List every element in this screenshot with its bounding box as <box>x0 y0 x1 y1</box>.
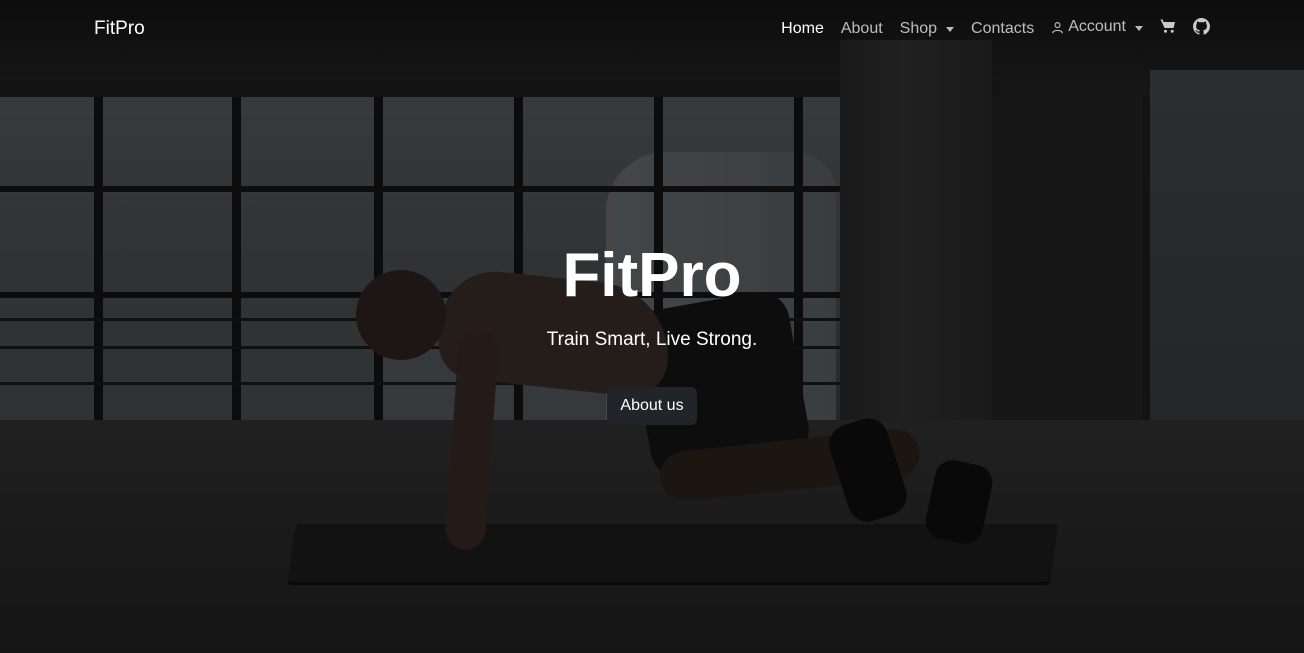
user-icon <box>1052 21 1064 34</box>
top-navbar: FitPro Home About Shop Contacts Account <box>0 0 1304 57</box>
nav-account-label: Account <box>1068 18 1126 36</box>
nav-item-github <box>1193 17 1210 40</box>
nav-link-contacts[interactable]: Contacts <box>971 20 1034 38</box>
cart-link[interactable] <box>1160 18 1176 34</box>
nav-item-about: About <box>841 20 883 38</box>
nav-menu: Home About Shop Contacts Account <box>781 17 1210 40</box>
about-us-button[interactable]: About us <box>607 387 697 425</box>
chevron-down-icon <box>946 27 955 32</box>
nav-link-home[interactable]: Home <box>781 20 824 38</box>
cart-icon <box>1160 19 1175 33</box>
nav-shop-label: Shop <box>899 19 938 37</box>
chevron-down-icon <box>1135 25 1143 31</box>
nav-item-shop: Shop <box>899 19 955 38</box>
hero-tagline: Train Smart, Live Strong. <box>546 329 758 350</box>
github-link[interactable] <box>1193 17 1210 35</box>
github-icon <box>1193 17 1210 35</box>
nav-link-about[interactable]: About <box>841 20 883 38</box>
nav-item-cart <box>1160 18 1176 39</box>
hero-title: FitPro <box>562 241 742 310</box>
nav-item-home: Home <box>781 20 824 38</box>
nav-dropdown-account[interactable]: Account <box>1051 18 1143 36</box>
nav-dropdown-shop[interactable]: Shop <box>899 19 955 38</box>
hero-section: FitPro Train Smart, Live Strong. About u… <box>0 236 1304 425</box>
nav-item-account: Account <box>1051 18 1143 39</box>
brand-logo-link[interactable]: FitPro <box>94 18 145 40</box>
nav-item-contacts: Contacts <box>971 20 1034 38</box>
